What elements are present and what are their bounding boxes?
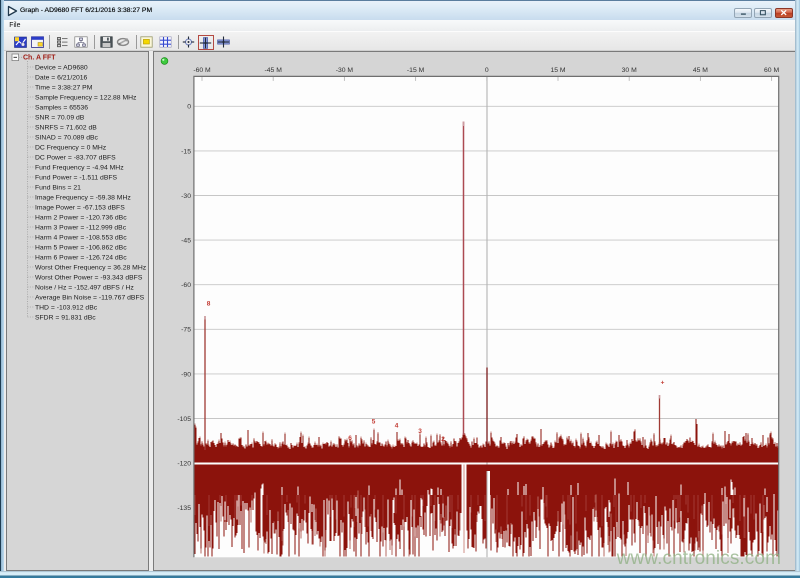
svg-text:30 M: 30 M (621, 67, 636, 74)
svg-text:SNRFS = 71.602 dB: SNRFS = 71.602 dB (35, 124, 97, 131)
svg-text:Date = 6/21/2016: Date = 6/21/2016 (35, 74, 88, 81)
svg-text:Harm 4 Power = -108.553 dBc: Harm 4 Power = -108.553 dBc (35, 234, 127, 241)
svg-text:-30: -30 (181, 193, 191, 200)
svg-text:Noise / Hz = -152.497 dBFS / H: Noise / Hz = -152.497 dBFS / Hz (35, 284, 134, 291)
svg-text:Fund Frequency = -4.94 MHz: Fund Frequency = -4.94 MHz (35, 164, 124, 171)
svg-text:Image Frequency = -59.38 MHz: Image Frequency = -59.38 MHz (35, 194, 131, 201)
svg-text:Fund Bins = 21: Fund Bins = 21 (35, 184, 81, 191)
svg-text:SFDR = 91.831 dBc: SFDR = 91.831 dBc (35, 314, 96, 321)
svg-text:15 M: 15 M (550, 67, 565, 74)
svg-text:Worst Other Power = -93.343 dB: Worst Other Power = -93.343 dBFS (35, 274, 143, 281)
svg-text:-60 M: -60 M (193, 67, 211, 74)
svg-text:-15 M: -15 M (406, 67, 424, 74)
svg-text:DC Power = -83.707 dBFS: DC Power = -83.707 dBFS (35, 154, 116, 161)
svg-text:6: 6 (348, 435, 352, 442)
svg-text:Samples = 65536: Samples = 65536 (35, 104, 88, 111)
svg-text:Worst Other Frequency = 36.28: Worst Other Frequency = 36.28 MHz (35, 264, 147, 271)
svg-text:8: 8 (206, 300, 210, 307)
svg-text:Harm 3 Power = -112.999 dBc: Harm 3 Power = -112.999 dBc (35, 224, 127, 231)
svg-text:45 M: 45 M (692, 67, 707, 74)
svg-text:Average Bin Noise = -119.767 d: Average Bin Noise = -119.767 dBFS (35, 294, 145, 301)
svg-text:5: 5 (371, 418, 375, 425)
svg-text:Harm 5 Power = -106.862 dBc: Harm 5 Power = -106.862 dBc (35, 244, 127, 251)
svg-text:Device = AD9680: Device = AD9680 (35, 64, 88, 71)
svg-text:Harm 2 Power = -120.736 dBc: Harm 2 Power = -120.736 dBc (35, 214, 127, 221)
svg-text:SNR = 70.09 dB: SNR = 70.09 dB (35, 114, 85, 121)
svg-text:SINAD = 70.089 dBc: SINAD = 70.089 dBc (35, 134, 99, 141)
svg-text:Harm 6 Power = -126.724 dBc: Harm 6 Power = -126.724 dBc (35, 254, 127, 261)
svg-text:-15: -15 (181, 148, 191, 155)
svg-text:DC Frequency = 0 MHz: DC Frequency = 0 MHz (35, 144, 107, 151)
svg-text:THD = -103.912 dBc: THD = -103.912 dBc (35, 304, 98, 311)
svg-text:0: 0 (484, 67, 488, 74)
svg-text:-30 M: -30 M (335, 67, 353, 74)
svg-text:-105: -105 (177, 416, 191, 423)
svg-text:-90: -90 (181, 371, 191, 378)
svg-text:60 M: 60 M (764, 67, 779, 74)
svg-text:3: 3 (418, 428, 422, 435)
svg-text:-75: -75 (181, 327, 191, 334)
svg-text:Sample Frequency = 122.88 MHz: Sample Frequency = 122.88 MHz (35, 94, 137, 101)
svg-text:0: 0 (187, 104, 191, 111)
svg-text:Image Power = -67.153 dBFS: Image Power = -67.153 dBFS (35, 204, 125, 211)
svg-text:-45 M: -45 M (264, 67, 282, 74)
svg-text:Time = 3:38:27 PM: Time = 3:38:27 PM (35, 84, 93, 91)
svg-text:2: 2 (441, 436, 445, 443)
svg-text:-120: -120 (177, 461, 191, 468)
svg-text:4: 4 (394, 422, 398, 429)
svg-text:-135: -135 (177, 505, 191, 512)
svg-text:Ch. A FFT: Ch. A FFT (23, 55, 56, 62)
svg-text:+: + (660, 379, 664, 386)
svg-text:Fund Power = -1.511 dBFS: Fund Power = -1.511 dBFS (35, 174, 118, 181)
svg-text:-45: -45 (181, 238, 191, 245)
svg-text:-60: -60 (181, 282, 191, 289)
